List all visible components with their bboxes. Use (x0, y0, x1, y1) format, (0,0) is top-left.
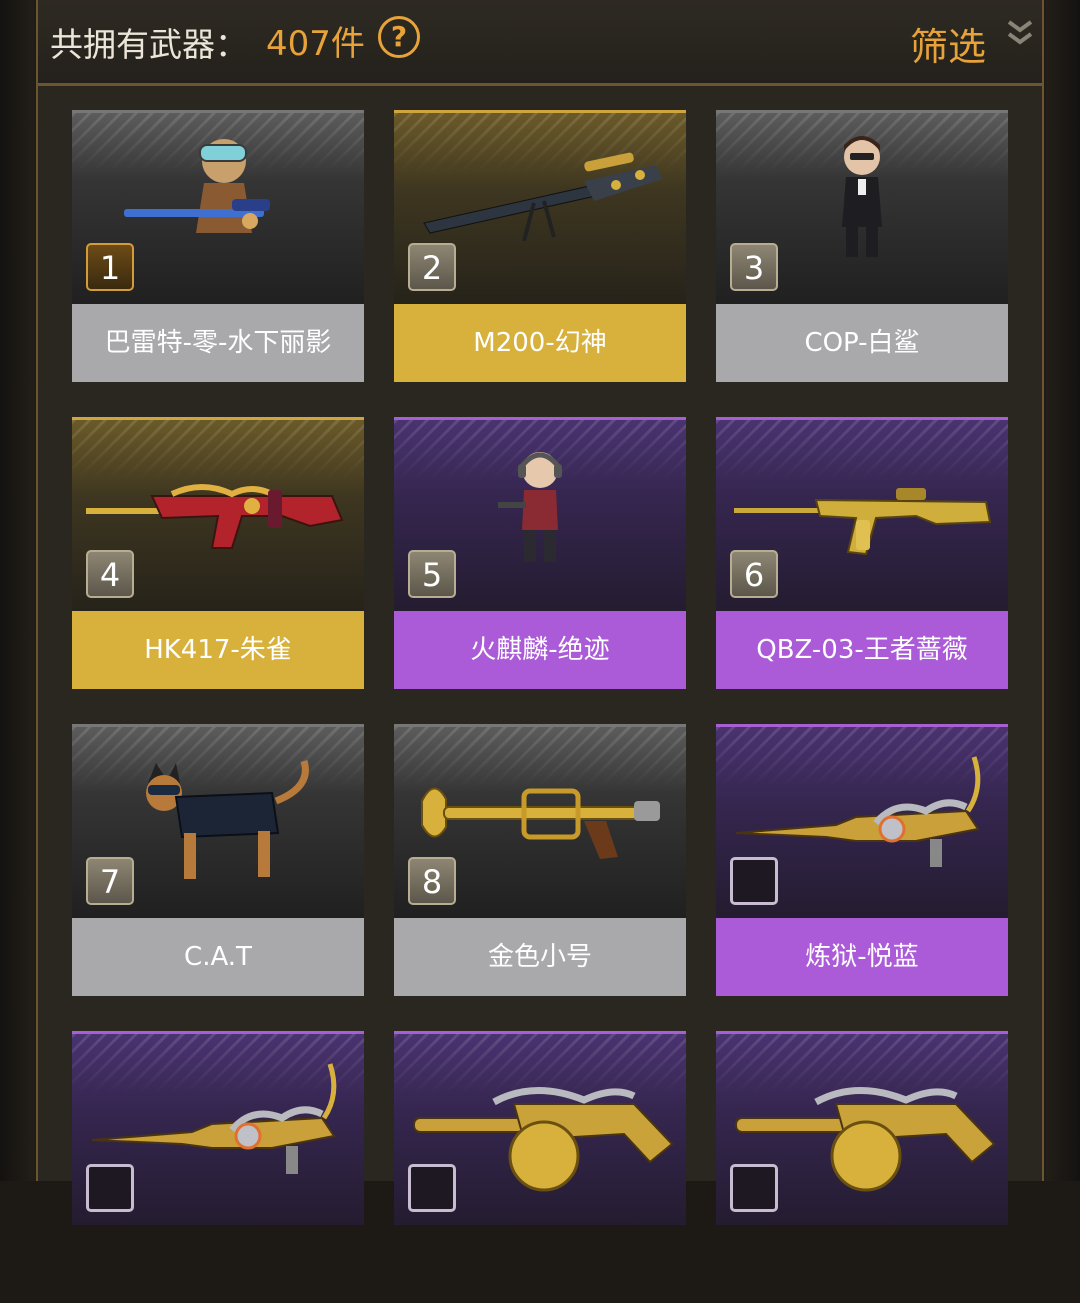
weapon-name: 火麒麟-绝迹 (394, 611, 686, 689)
weapon-name: 金色小号 (394, 918, 686, 996)
weapon-card-image: 7 (72, 724, 364, 918)
weapon-card[interactable] (716, 1031, 1008, 1303)
weapon-card[interactable]: 8 金色小号 (394, 724, 686, 996)
weapon-card[interactable]: 2 M200-幻神 (394, 110, 686, 382)
weapon-grid: 1 巴雷特-零-水下丽影 2 M200-幻神 3 COP-白鲨 4 HK417-… (36, 86, 1044, 1225)
weapon-card-image: 3 (716, 110, 1008, 304)
weapon-card-image: 8 (394, 724, 686, 918)
weapon-name: HK417-朱雀 (72, 611, 364, 689)
weapon-name: QBZ-03-王者蔷薇 (716, 611, 1008, 689)
weapon-card-image: 1 (72, 110, 364, 304)
rank-badge: 7 (86, 857, 134, 905)
checkbox-empty[interactable] (730, 857, 778, 905)
rank-badge: 5 (408, 550, 456, 598)
checkbox-empty[interactable] (730, 1164, 778, 1212)
rank-badge: 8 (408, 857, 456, 905)
weapon-card-image (394, 1031, 686, 1225)
weapon-card-image (72, 1031, 364, 1225)
weapon-name: 巴雷特-零-水下丽影 (72, 304, 364, 382)
weapon-name: COP-白鲨 (716, 304, 1008, 382)
weapon-card[interactable]: 4 HK417-朱雀 (72, 417, 364, 689)
weapon-card[interactable]: 6 QBZ-03-王者蔷薇 (716, 417, 1008, 689)
weapon-card[interactable] (394, 1031, 686, 1303)
weapon-name: M200-幻神 (394, 304, 686, 382)
rank-badge: 1 (86, 243, 134, 291)
weapon-card[interactable]: 1 巴雷特-零-水下丽影 (72, 110, 364, 382)
weapon-card-image (716, 724, 1008, 918)
rank-badge: 2 (408, 243, 456, 291)
weapon-card-image: 4 (72, 417, 364, 611)
weapon-card[interactable] (72, 1031, 364, 1303)
weapon-card-image: 5 (394, 417, 686, 611)
weapon-card[interactable]: 7 C.A.T (72, 724, 364, 996)
weapon-name: C.A.T (72, 918, 364, 996)
rank-badge: 6 (730, 550, 778, 598)
weapon-count-label: 共拥有武器： (50, 25, 248, 64)
weapon-name: 炼狱-悦蓝 (716, 918, 1008, 996)
weapon-count-value: 407件 (266, 24, 365, 64)
checkbox-empty[interactable] (408, 1164, 456, 1212)
weapon-card-image (716, 1031, 1008, 1225)
rank-badge: 3 (730, 243, 778, 291)
weapon-card[interactable]: 5 火麒麟-绝迹 (394, 417, 686, 689)
weapon-card-image: 2 (394, 110, 686, 304)
weapon-card[interactable]: 3 COP-白鲨 (716, 110, 1008, 382)
checkbox-empty[interactable] (86, 1164, 134, 1212)
weapon-card[interactable]: 炼狱-悦蓝 (716, 724, 1008, 996)
rank-badge: 4 (86, 550, 134, 598)
weapon-card-image: 6 (716, 417, 1008, 611)
chevron-down-icon[interactable] (1006, 18, 1034, 48)
inventory-header: 共拥有武器： 407件 ? 筛选 (36, 0, 1044, 86)
help-icon[interactable]: ? (378, 16, 420, 58)
filter-button[interactable]: 筛选 (910, 16, 986, 71)
